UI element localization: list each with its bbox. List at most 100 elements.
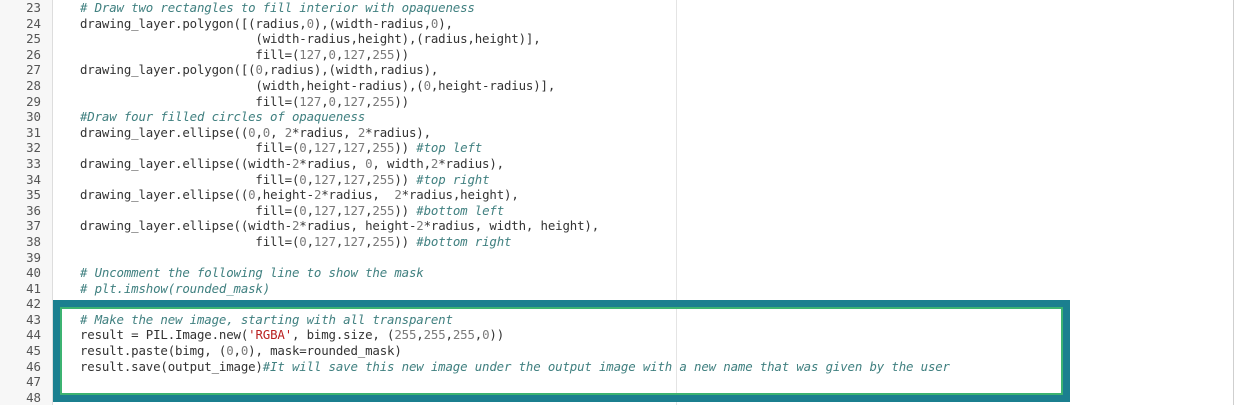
code-line[interactable]: 23 # Draw two rectangles to fill interior…: [0, 0, 1236, 16]
line-number: 38: [26, 233, 41, 249]
line-number: 34: [26, 171, 41, 187]
code-line[interactable]: 42: [0, 296, 1236, 312]
code-line[interactable]: 39: [0, 250, 1236, 266]
code-line[interactable]: 26 fill=(127,0,127,255)): [0, 47, 1236, 63]
code-text: (width,height-radius),(0,height-radius)]…: [80, 78, 555, 94]
code-token: 255: [372, 202, 395, 218]
code-token: 127: [299, 46, 322, 62]
code-token: ,: [306, 140, 314, 156]
line-number: 23: [26, 0, 41, 15]
line-number: 28: [26, 77, 41, 93]
code-token: #Draw four filled circles of opaqueness: [80, 109, 366, 125]
code-token: # plt.imshow(rounded_mask): [80, 280, 271, 296]
code-line[interactable]: 40 # Uncomment the following line to show…: [0, 265, 1236, 281]
code-token: drawing_layer.polygon([(: [80, 62, 256, 78]
code-token: # Make the new image, starting with all …: [80, 311, 453, 327]
code-token: 0: [226, 343, 234, 359]
code-token: drawing_layer.ellipse((width-: [80, 155, 292, 171]
line-number: 24: [26, 15, 41, 31]
code-token: fill=(: [80, 202, 300, 218]
code-text: fill=(127,0,127,255)): [80, 47, 409, 63]
code-token: 127: [343, 93, 366, 109]
code-line[interactable]: 33 drawing_layer.ellipse((width-2*radius,…: [0, 156, 1236, 172]
code-line[interactable]: 37 drawing_layer.ellipse((width- 2*radius,…: [0, 218, 1236, 234]
code-line[interactable]: 36 fill=(0,127,127,255)) #bottom left: [0, 203, 1236, 219]
code-token: 0: [255, 62, 263, 78]
code-token: ,: [321, 93, 329, 109]
code-token: *radius, height-: [299, 218, 417, 234]
code-line[interactable]: 46 result.save(output_image)#It will save…: [0, 359, 1236, 375]
line-number: 33: [26, 155, 41, 171]
code-token: ,: [306, 171, 314, 187]
code-token: )): [394, 140, 417, 156]
code-token: 0: [423, 77, 431, 93]
code-token: , bimg.size, (: [292, 327, 395, 343]
code-line[interactable]: 38 fill=(0,127,127,255)) #bottom right: [0, 234, 1236, 250]
code-token: fill=(: [80, 93, 300, 109]
line-number: 43: [26, 311, 41, 327]
code-text: drawing_layer.ellipse((0,0, 2*radius, 2*…: [80, 125, 431, 141]
code-line[interactable]: 44 result = PIL.Image.new('RGBA', bimg.si…: [0, 327, 1236, 343]
code-line[interactable]: 35 drawing_layer.ellipse((0,height-2*radi…: [0, 187, 1236, 203]
line-number: 26: [26, 46, 41, 62]
code-text: fill=(0,127,127,255)) #top right: [80, 172, 489, 188]
code-text: fill=(127,0,127,255)): [80, 94, 409, 110]
code-token: ,radius),(width,radius),: [262, 62, 439, 78]
code-editor[interactable]: 23 # Draw two rectangles to fill interior…: [0, 0, 1236, 405]
code-token: 0: [299, 140, 307, 156]
code-token: 0: [299, 233, 307, 249]
line-number: 35: [26, 187, 41, 203]
code-token: # Uncomment the following line to show t…: [80, 265, 424, 281]
code-token: 0: [306, 15, 314, 31]
code-token: 127: [313, 202, 336, 218]
line-number: 48: [26, 389, 41, 405]
code-line[interactable]: 47: [0, 374, 1236, 390]
code-token: 255: [394, 327, 417, 343]
code-token: #top right: [416, 171, 490, 187]
code-token: #bottom left: [416, 202, 505, 218]
code-token: ,: [474, 327, 483, 343]
code-line[interactable]: 25 (width-radius,height),(radius,height)…: [0, 31, 1236, 47]
code-lines[interactable]: 23 # Draw two rectangles to fill interior…: [0, 0, 1236, 405]
code-token: result.save(output_image): [80, 358, 263, 374]
line-number: 42: [26, 296, 41, 312]
code-token: 0: [299, 171, 307, 187]
code-token: ,: [306, 202, 314, 218]
code-token: result = PIL.Image.new(: [80, 327, 249, 343]
code-text: fill=(0,127,127,255)) #bottom right: [80, 234, 511, 250]
code-text: result.paste(bimg, (0,0), mask=rounded_m…: [80, 343, 402, 359]
code-token: )): [394, 93, 409, 109]
code-line[interactable]: 34 fill=(0,127,127,255)) #top right: [0, 172, 1236, 188]
code-line[interactable]: 30 #Draw four filled circles of opaquenes…: [0, 109, 1236, 125]
code-token: 127: [343, 140, 366, 156]
code-text: #Draw four filled circles of opaqueness: [80, 109, 365, 125]
code-token: ), mask=rounded_mask): [248, 343, 402, 359]
code-token: ,: [255, 124, 263, 140]
code-token: 255: [372, 171, 395, 187]
code-token: 'RGBA': [248, 327, 292, 343]
code-token: # Draw two rectangles to fill interior w…: [80, 0, 475, 15]
code-token: 127: [343, 233, 366, 249]
code-line[interactable]: 24 drawing_layer.polygon([(radius,0),(wid…: [0, 16, 1236, 32]
code-token: *radius),: [365, 124, 431, 140]
code-text: drawing_layer.ellipse((width- 2*radius, h…: [80, 218, 599, 234]
code-line[interactable]: 48: [0, 390, 1236, 405]
line-number: 45: [26, 343, 41, 359]
code-token: 127: [313, 233, 336, 249]
code-line[interactable]: 29 fill=(127,0,127,255)): [0, 94, 1236, 110]
code-line[interactable]: 45 result.paste(bimg, (0,0), mask=rounded…: [0, 343, 1236, 359]
code-line[interactable]: 43 # Make the new image, starting with al…: [0, 312, 1236, 328]
code-line[interactable]: 27 drawing_layer.polygon([(0,radius),(wid…: [0, 62, 1236, 78]
code-token: 127: [299, 93, 322, 109]
line-number: 41: [26, 280, 41, 296]
code-text: drawing_layer.polygon([(0,radius),(width…: [80, 62, 438, 78]
code-line[interactable]: 41 # plt.imshow(rounded_mask): [0, 281, 1236, 297]
code-token: drawing_layer.ellipse((: [80, 187, 249, 203]
code-line[interactable]: 32 fill=(0,127,127,255)) #top left: [0, 140, 1236, 156]
code-token: 0: [328, 46, 336, 62]
code-line[interactable]: 28 (width,height-radius),(0,height-radiu…: [0, 78, 1236, 94]
code-token: ,: [445, 327, 453, 343]
code-token: (width-radius,height),(radius,height)],: [80, 31, 541, 47]
code-line[interactable]: 31 drawing_layer.ellipse((0,0, 2*radius, …: [0, 125, 1236, 141]
code-token: 255: [452, 327, 475, 343]
